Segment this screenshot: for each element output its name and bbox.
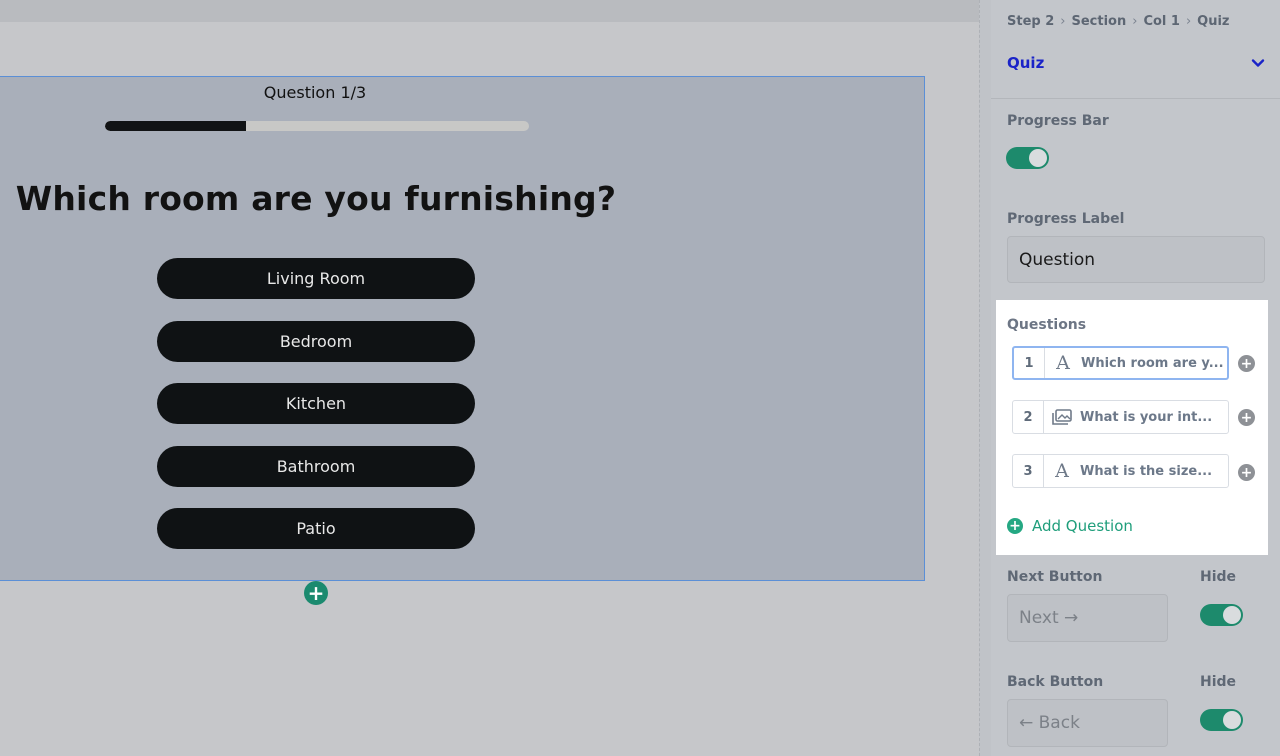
- next-button-label: Next Button: [1007, 569, 1103, 585]
- add-question-button[interactable]: + Add Question: [1007, 517, 1133, 535]
- breadcrumb-separator-icon: ›: [1185, 14, 1192, 29]
- progress-label-input[interactable]: Question: [1007, 236, 1265, 283]
- questions-title: Questions: [1007, 317, 1087, 333]
- quiz-progress-fill: [105, 121, 246, 131]
- question-text: What is the size...: [1080, 463, 1213, 479]
- back-button-label: Back Button: [1007, 674, 1104, 690]
- add-question-after-icon[interactable]: +: [1238, 464, 1255, 481]
- breadcrumb-section[interactable]: Section: [1071, 14, 1126, 29]
- back-button-hide-toggle[interactable]: [1200, 709, 1243, 731]
- chevron-down-icon[interactable]: [1251, 56, 1265, 70]
- hide-label: Hide: [1200, 674, 1237, 690]
- add-question-after-icon[interactable]: +: [1238, 355, 1255, 372]
- answer-button-kitchen[interactable]: Kitchen: [157, 383, 475, 424]
- question-item-1[interactable]: 1 A Which room are y...: [1012, 346, 1229, 380]
- toggle-knob: [1223, 606, 1241, 624]
- breadcrumb: Step 2 › Section › Col 1 › Quiz: [1007, 14, 1229, 29]
- question-number: 3: [1013, 455, 1044, 487]
- editor-canvas: Question 1/3 Which room are you furnishi…: [0, 0, 980, 756]
- question-number: 1: [1014, 348, 1045, 378]
- breadcrumb-quiz[interactable]: Quiz: [1197, 14, 1229, 29]
- question-text: What is your int...: [1080, 409, 1213, 425]
- text-icon: A: [1056, 352, 1070, 374]
- toggle-knob: [1223, 711, 1241, 729]
- breadcrumb-separator-icon: ›: [1060, 14, 1066, 29]
- quiz-block[interactable]: Question 1/3 Which room are you furnishi…: [0, 76, 925, 581]
- breadcrumb-col[interactable]: Col 1: [1143, 14, 1180, 29]
- hide-label: Hide: [1200, 569, 1237, 585]
- panel-divider[interactable]: [979, 0, 991, 756]
- answer-button-living-room[interactable]: Living Room: [157, 258, 475, 299]
- toggle-knob: [1029, 149, 1047, 167]
- text-icon: A: [1055, 460, 1069, 482]
- add-block-button[interactable]: +: [304, 581, 328, 605]
- answer-button-bathroom[interactable]: Bathroom: [157, 446, 475, 487]
- image-icon: [1044, 409, 1080, 425]
- quiz-section-header[interactable]: Quiz: [1007, 54, 1265, 72]
- next-button-hide-toggle[interactable]: [1200, 604, 1243, 626]
- answer-button-bedroom[interactable]: Bedroom: [157, 321, 475, 362]
- question-item-3[interactable]: 3 A What is the size...: [1012, 454, 1229, 488]
- progress-label-label: Progress Label: [1007, 211, 1125, 227]
- quiz-progress-bar: [105, 121, 529, 131]
- divider: [991, 98, 1280, 99]
- add-question-after-icon[interactable]: +: [1238, 409, 1255, 426]
- section-title: Quiz: [1007, 54, 1045, 72]
- question-number: 2: [1013, 401, 1044, 433]
- question-text: Which room are y...: [1081, 355, 1224, 371]
- plus-circle-icon: +: [1007, 518, 1023, 534]
- breadcrumb-separator-icon: ›: [1132, 14, 1138, 29]
- add-question-label: Add Question: [1032, 517, 1133, 535]
- answer-button-patio[interactable]: Patio: [157, 508, 475, 549]
- settings-sidebar: Step 2 › Section › Col 1 › Quiz Quiz Pro…: [991, 0, 1280, 756]
- quiz-progress-label: Question 1/3: [263, 83, 367, 102]
- question-title: Which room are you furnishing?: [15, 179, 617, 218]
- progress-bar-toggle[interactable]: [1006, 147, 1049, 169]
- back-button-input[interactable]: ← Back: [1007, 699, 1168, 747]
- progress-bar-label: Progress Bar: [1007, 113, 1109, 129]
- canvas-top-strip: [0, 0, 980, 22]
- next-button-input[interactable]: Next →: [1007, 594, 1168, 642]
- breadcrumb-step[interactable]: Step 2: [1007, 14, 1054, 29]
- question-item-2[interactable]: 2 What is your int...: [1012, 400, 1229, 434]
- questions-panel: Questions 1 A Which room are y... + 2 Wh…: [996, 300, 1268, 555]
